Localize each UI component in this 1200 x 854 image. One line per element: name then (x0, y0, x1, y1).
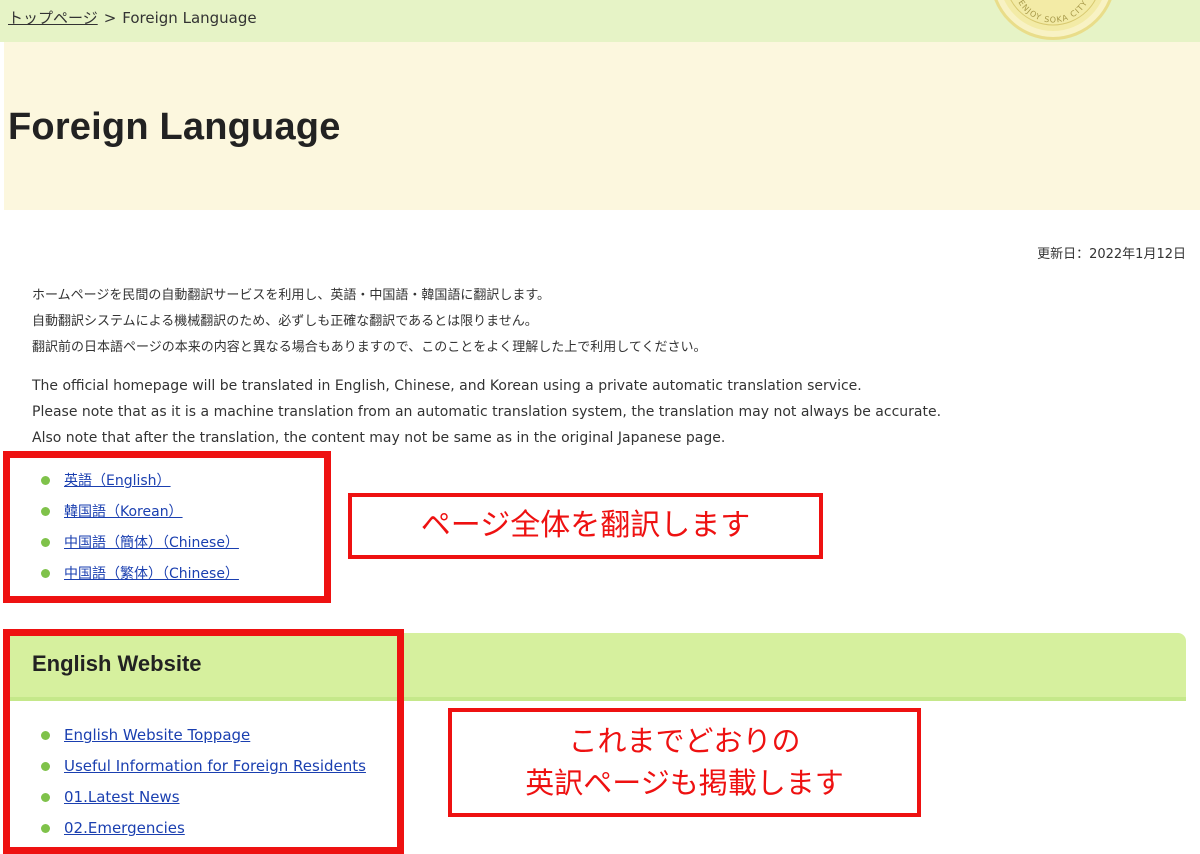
seal-emblem-icon: ENJOY SOKA CITY (1010, 0, 1096, 26)
annotation-callout-line: これまでどおりの (568, 724, 801, 758)
annotation-frame-english-section (3, 629, 404, 854)
annotation-callout-english: これまでどおりの 英訳ページも掲載します (448, 708, 921, 817)
annotation-callout-line: 英訳ページも掲載します (525, 766, 844, 800)
notice-en-line: Also note that after the translation, th… (32, 430, 726, 446)
notice-japanese: ホームページを民間の自動翻訳サービスを利用し、英語・中国語・韓国語に翻訳します。… (32, 283, 706, 361)
breadcrumb-separator: > (103, 9, 117, 27)
notice-ja-line: ホームページを民間の自動翻訳サービスを利用し、英語・中国語・韓国語に翻訳します。 (32, 288, 551, 303)
breadcrumb: トップページ > Foreign Language (8, 7, 257, 28)
notice-english: The official homepage will be translated… (32, 373, 941, 451)
svg-text:ENJOY SOKA CITY: ENJOY SOKA CITY (1016, 0, 1089, 25)
breadcrumb-home-link[interactable]: トップページ (8, 9, 98, 27)
seal-text: ENJOY SOKA CITY (1016, 0, 1088, 25)
notice-ja-line: 自動翻訳システムによる機械翻訳のため、必ずしも正確な翻訳であるとは限りません。 (32, 314, 538, 329)
breadcrumb-current: Foreign Language (122, 9, 257, 27)
notice-en-line: Please note that as it is a machine tran… (32, 404, 942, 420)
notice-ja-line: 翻訳前の日本語ページの本来の内容と異なる場合もありますので、このことをよく理解し… (32, 340, 707, 355)
page-title: Foreign Language (8, 106, 341, 148)
annotation-callout-translate: ページ全体を翻訳します (348, 493, 823, 559)
notice-en-line: The official homepage will be translated… (32, 378, 862, 394)
annotation-frame-translate-links (3, 451, 331, 603)
updated-date: 更新日：2022年1月12日 (1037, 247, 1186, 262)
city-seal-logo: ENJOY SOKA CITY (990, 0, 1116, 40)
